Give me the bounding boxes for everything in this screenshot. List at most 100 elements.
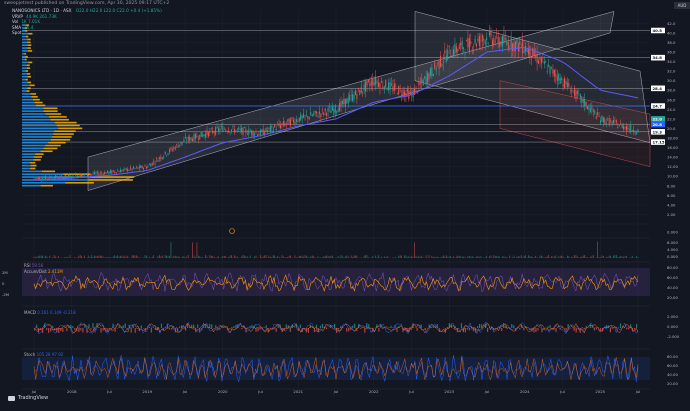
profile-bar-blue <box>22 102 34 104</box>
time-tick-label: Jul <box>257 389 263 394</box>
macd-hist-bar <box>46 328 47 330</box>
candle-body <box>420 83 421 84</box>
profile-bar-amber <box>34 102 42 104</box>
macd-hist-bar <box>125 323 126 328</box>
volume-bar <box>109 257 110 258</box>
macd-hist-bar <box>568 324 569 328</box>
profile-bar-blue <box>22 39 27 41</box>
candle-body <box>181 142 182 145</box>
candle-body <box>303 113 304 117</box>
volume-bar <box>158 256 159 258</box>
macd-hist-bar <box>229 328 230 330</box>
volume-bar <box>243 255 244 258</box>
volume-bar <box>591 256 592 258</box>
volume-bar <box>413 257 414 258</box>
candle-body <box>356 94 357 98</box>
candle-body <box>528 49 529 55</box>
candle-body <box>329 107 330 108</box>
candle-body <box>95 173 96 174</box>
candle-body <box>515 42 516 52</box>
candle-body <box>211 129 212 130</box>
tradingview-brand[interactable]: TradingView <box>8 395 48 401</box>
macd-hist-bar <box>50 328 51 332</box>
candle-body <box>179 145 180 146</box>
candle-body <box>250 132 251 133</box>
candle-body <box>274 125 275 127</box>
rsi-legend[interactable]: RSI 59.56 <box>24 263 43 268</box>
candle-body <box>501 41 502 45</box>
volume-bar <box>114 255 115 258</box>
volume-bar <box>290 255 291 258</box>
volume-bar <box>346 256 347 258</box>
volume-bar <box>368 257 369 258</box>
macd-hist-bar <box>48 328 49 333</box>
macd-hist-bar <box>215 325 216 328</box>
volume-bar <box>231 255 232 258</box>
candle-body <box>75 175 76 176</box>
candle-body <box>436 68 437 70</box>
macd-hist-bar <box>149 327 150 328</box>
candle-body <box>476 44 477 46</box>
stoch-legend[interactable]: Stoch 105.28 97.92 <box>24 352 63 357</box>
macd-hist-bar <box>417 328 418 331</box>
macd-hist-bar <box>179 326 180 328</box>
legend-spot[interactable]: Spot <box>12 30 162 36</box>
candle-body <box>395 86 396 87</box>
volume-bar <box>499 257 500 258</box>
volume-bar <box>467 256 468 258</box>
macd-hist-bar <box>539 327 540 328</box>
candle-body <box>469 38 470 51</box>
profile-bar-amber <box>26 70 28 72</box>
profile-bar-blue <box>22 148 43 150</box>
profile-bar-amber <box>30 93 36 95</box>
candle-body <box>430 68 431 75</box>
volume-bar <box>610 256 611 258</box>
candle-body <box>503 35 504 42</box>
volume-bar <box>472 256 473 258</box>
volume-bar <box>279 257 280 258</box>
volume-bar <box>558 256 559 258</box>
macd-hist-bar <box>547 326 548 328</box>
volume-bar <box>65 257 66 258</box>
macd-hist-bar <box>535 328 536 332</box>
volume-bar <box>145 255 146 258</box>
candle-body <box>375 77 376 85</box>
symbol-row[interactable]: NANOSONICS LTD · 1D · ASX O22.0 H22.0 L2… <box>12 8 162 14</box>
candle-body <box>292 118 293 120</box>
volume-bar <box>452 257 453 258</box>
profile-bar-blue <box>22 93 30 95</box>
volume-bar <box>469 256 470 258</box>
candle-body <box>535 56 536 57</box>
candle-body <box>374 82 375 85</box>
candle-body <box>368 80 369 82</box>
macd-hist-bar <box>465 328 466 332</box>
macd-hist-bar <box>523 328 524 330</box>
accum-legend[interactable]: Accum/Dist 2.411M <box>24 269 63 274</box>
currency-label[interactable]: AUD <box>674 2 690 9</box>
profile-bar-amber <box>31 96 37 98</box>
candle-body <box>603 118 604 123</box>
candle-body <box>230 132 231 133</box>
candle-body <box>570 93 571 94</box>
candle-body <box>567 83 568 87</box>
candle-body <box>268 128 269 129</box>
volume-bar <box>626 256 627 258</box>
candle-body <box>440 56 441 67</box>
volume-bar <box>282 255 283 258</box>
macd-legend[interactable]: MACD 0.161 0.149 -0.218 <box>24 310 76 315</box>
candle-body <box>366 80 367 86</box>
volume-bar <box>574 255 575 258</box>
macd-hist-bar <box>477 326 478 328</box>
macd-hist-bar <box>161 324 162 328</box>
macd-hist-bar <box>169 328 170 329</box>
volume-bar <box>616 255 617 258</box>
macd-hist-bar <box>596 328 597 330</box>
candle-body <box>561 78 562 80</box>
profile-bar-blue <box>22 99 33 101</box>
candle-body <box>591 107 592 109</box>
price-tick-label: 10.00 <box>667 174 678 179</box>
candle-body <box>416 87 417 88</box>
candle-body <box>328 108 329 111</box>
volume-bar <box>459 256 460 258</box>
volume-bar <box>542 257 543 258</box>
